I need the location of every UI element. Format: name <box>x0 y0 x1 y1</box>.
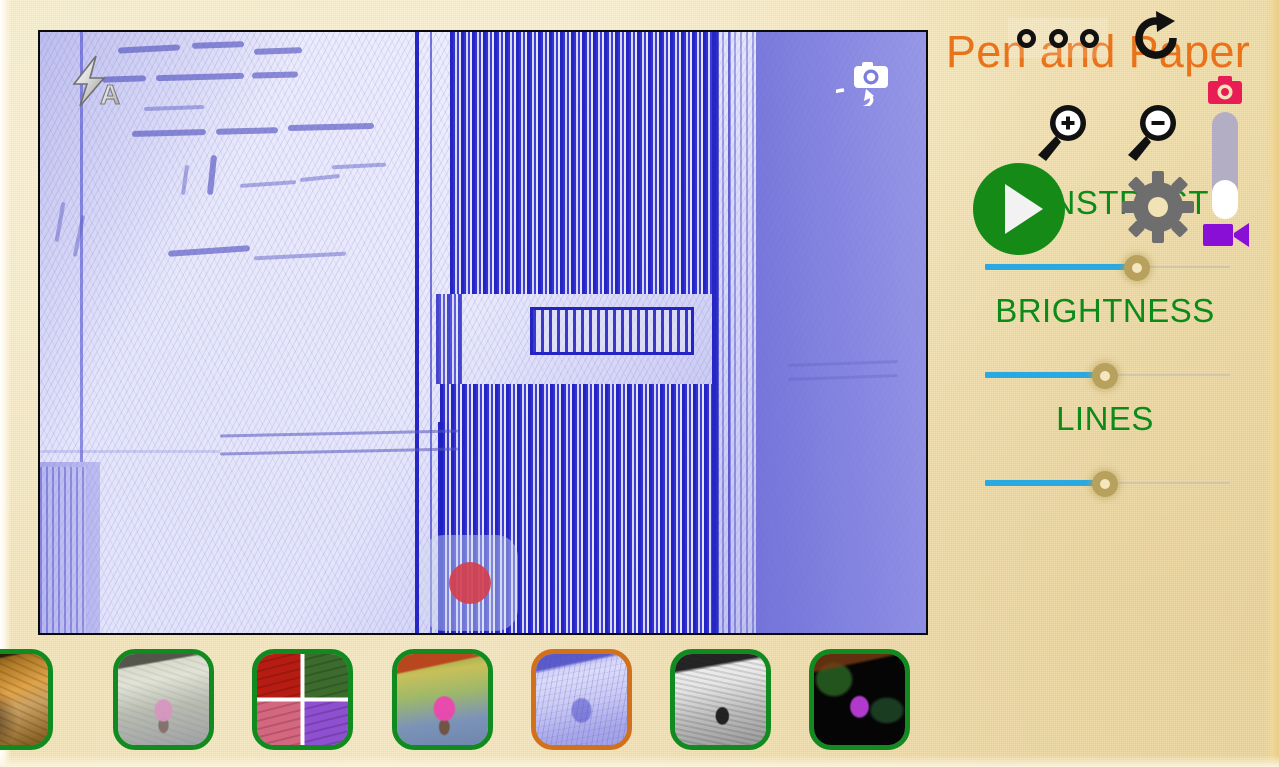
preview-handwriting <box>251 71 299 79</box>
paper-bottom-edge <box>0 755 1279 767</box>
lines-label: LINES <box>1056 400 1154 437</box>
preview-stroke-band <box>436 294 462 384</box>
contrast-slider[interactable] <box>985 255 1230 281</box>
brightness-label: BRIGHTNESS <box>995 292 1215 329</box>
lines-slider[interactable] <box>985 471 1230 497</box>
filter-preview-image <box>536 654 627 745</box>
preview-rule <box>415 32 419 633</box>
filter-thumb-pastel[interactable] <box>113 649 214 750</box>
brightness-slider[interactable] <box>985 363 1230 389</box>
gear-icon <box>1122 171 1194 243</box>
camera-preview[interactable]: A <box>38 30 928 635</box>
flash-auto-letter: A <box>100 79 120 110</box>
three-circles-icon <box>1080 28 1099 48</box>
filter-thumb-pop-art[interactable] <box>252 649 353 750</box>
filter-thumb-vivid[interactable] <box>392 649 493 750</box>
slider-fill <box>985 264 1137 270</box>
play-icon <box>1004 184 1043 234</box>
preview-stroke-band <box>40 467 86 633</box>
photo-video-mode-toggle[interactable] <box>1195 76 1255 247</box>
preview-stroke-band <box>450 32 712 294</box>
flash-auto-icon[interactable]: A <box>66 54 128 111</box>
slider-thumb[interactable] <box>1092 363 1119 389</box>
filter-thumb-grayscale[interactable] <box>670 649 771 750</box>
three-circles-icon <box>1017 28 1036 48</box>
refresh-button[interactable] <box>1127 8 1187 68</box>
zoom-in-button[interactable] <box>1030 101 1092 163</box>
filter-preview-image <box>0 654 48 745</box>
magnifier-minus-icon <box>1128 105 1176 161</box>
record-shutter-button[interactable] <box>422 535 518 631</box>
preview-stroke-band <box>716 32 756 633</box>
mode-toggle-knob[interactable] <box>1212 180 1238 219</box>
filter-preview-image <box>118 654 209 745</box>
slider-thumb[interactable] <box>1092 471 1119 497</box>
filter-preview-image <box>814 654 905 745</box>
slider-thumb[interactable] <box>1123 255 1150 281</box>
preview-scribble <box>40 450 220 453</box>
video-camera-icon <box>1203 223 1249 247</box>
filter-preview-image <box>397 654 488 745</box>
overflow-menu-button[interactable] <box>1008 18 1108 58</box>
preview-ink-wash <box>756 32 926 633</box>
play-button[interactable] <box>973 163 1065 255</box>
preview-ink-block <box>530 307 694 355</box>
slider-fill <box>985 372 1106 378</box>
slider-fill <box>985 480 1106 486</box>
filter-preview-image <box>257 654 348 745</box>
photo-camera-icon <box>1208 76 1242 104</box>
controls-panel: Pen and Paper CONSTRAST BRIGHTNESS LINES <box>930 0 1279 645</box>
zoom-out-button[interactable] <box>1120 101 1182 163</box>
record-dot-icon <box>449 562 491 604</box>
camera-switch-icon[interactable] <box>824 58 898 112</box>
filter-thumb-sepia[interactable] <box>0 649 53 750</box>
filter-thumb-pen-and-paper[interactable] <box>531 649 632 750</box>
settings-gear-button[interactable] <box>1122 171 1194 243</box>
three-circles-icon <box>1048 28 1068 48</box>
filter-thumb-neon-edge[interactable] <box>809 649 910 750</box>
magnifier-plus-icon <box>1038 105 1086 161</box>
refresh-icon <box>1135 11 1177 59</box>
filter-preview-image <box>675 654 766 745</box>
filter-thumbnail-strip[interactable] <box>0 645 940 755</box>
